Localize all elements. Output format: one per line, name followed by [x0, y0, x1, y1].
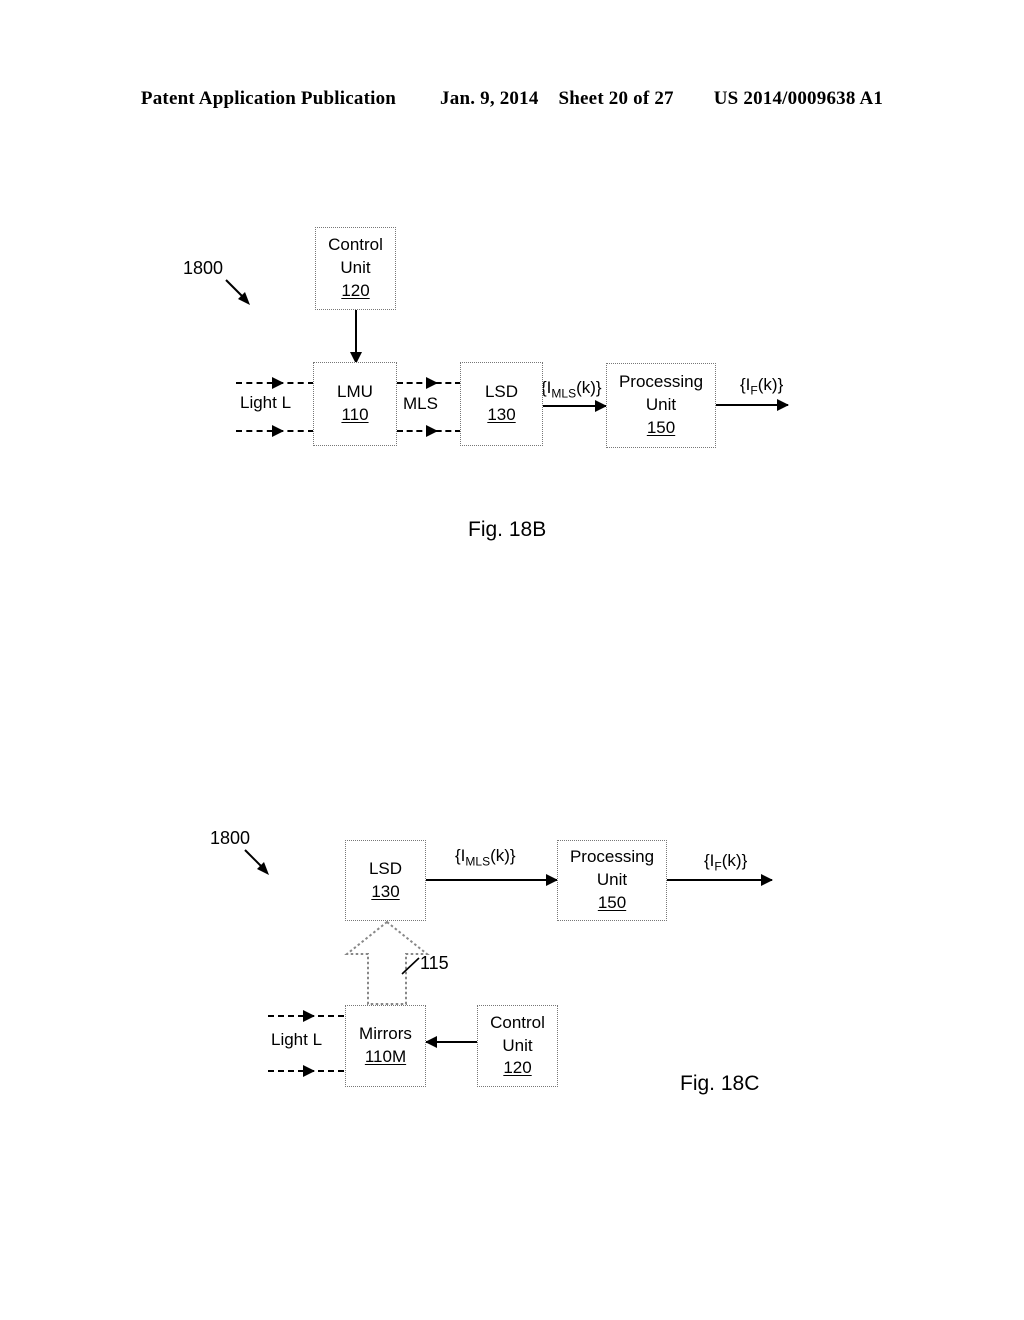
box-line-1: Control [328, 235, 383, 255]
box-reference-number: 130 [487, 405, 516, 424]
box-line-1: LSD [368, 858, 403, 878]
arrow-lsd-to-processing [426, 879, 557, 881]
box-reference-number: 120 [503, 1058, 532, 1078]
reference-115-leader [401, 957, 420, 975]
system-reference-1800: 1800 [210, 828, 251, 848]
arrow-control-to-lmu [355, 310, 357, 363]
box-reference-number: 150 [597, 892, 627, 912]
box-processing-unit-150[interactable]: Processing Unit 150 [606, 363, 716, 448]
box-control-unit-120[interactable]: Control Unit 120 [477, 1005, 558, 1087]
box-line-1: Control [490, 1012, 545, 1032]
signal-suffix: (k)} [490, 846, 516, 865]
signal-prefix: {I [704, 851, 715, 870]
box-line-1: Processing [569, 847, 655, 867]
box-lmu-110[interactable]: LMU 110 [313, 362, 397, 446]
box-line-2: Unit [596, 870, 628, 890]
box-lsd-130[interactable]: LSD 130 [460, 362, 543, 446]
label-signal-if: {IF(k)} [704, 851, 747, 874]
arrow-control-to-mirrors [426, 1041, 477, 1043]
box-line-1: LSD [484, 382, 519, 402]
box-line-1: Mirrors [359, 1024, 412, 1044]
box-line-2: Unit [645, 395, 677, 415]
box-reference-number: 120 [341, 280, 370, 300]
light-beam-in-top [268, 1010, 344, 1022]
box-line-1: Processing [618, 372, 704, 392]
box-reference-number: 130 [371, 881, 400, 901]
box-lsd-130[interactable]: LSD 130 [345, 840, 426, 921]
arrow-processing-output [716, 404, 788, 406]
figure-caption-18c: Fig. 18C [680, 1072, 760, 1095]
label-signal-imls: {IMLS(k)} [455, 846, 516, 869]
light-beam-in-bottom [236, 425, 314, 437]
figure-18c: 1800 LSD 130 {IMLS(k)} Processing Unit 1… [0, 0, 1024, 1320]
mls-beam-bottom [397, 425, 461, 437]
label-light-l: Light L [271, 1030, 323, 1049]
box-reference-number: 110M [364, 1047, 407, 1066]
signal-prefix: {I [455, 846, 466, 865]
reference-leader-arrow [244, 849, 269, 875]
signal-suffix: (k)} [721, 851, 748, 870]
box-reference-number: 110 [341, 405, 369, 424]
box-reference-number: 150 [646, 417, 676, 437]
signal-subscript: MLS [465, 854, 491, 869]
arrow-processing-output [667, 879, 772, 881]
light-beam-in-top [236, 377, 314, 389]
box-control-unit-120[interactable]: Control Unit 120 [315, 227, 396, 310]
box-line-2: Unit [502, 1035, 533, 1055]
box-mirrors-110m[interactable]: Mirrors 110M [345, 1005, 426, 1087]
light-beam-in-bottom [268, 1065, 344, 1077]
signal-subscript: F [714, 859, 722, 874]
mls-beam-top [397, 377, 461, 389]
box-line-2: Unit [340, 258, 371, 278]
arrow-lsd-to-processing [543, 405, 606, 407]
box-processing-unit-150[interactable]: Processing Unit 150 [557, 840, 667, 921]
box-line-1: LMU [337, 382, 373, 402]
reference-leader-arrow [225, 279, 250, 305]
